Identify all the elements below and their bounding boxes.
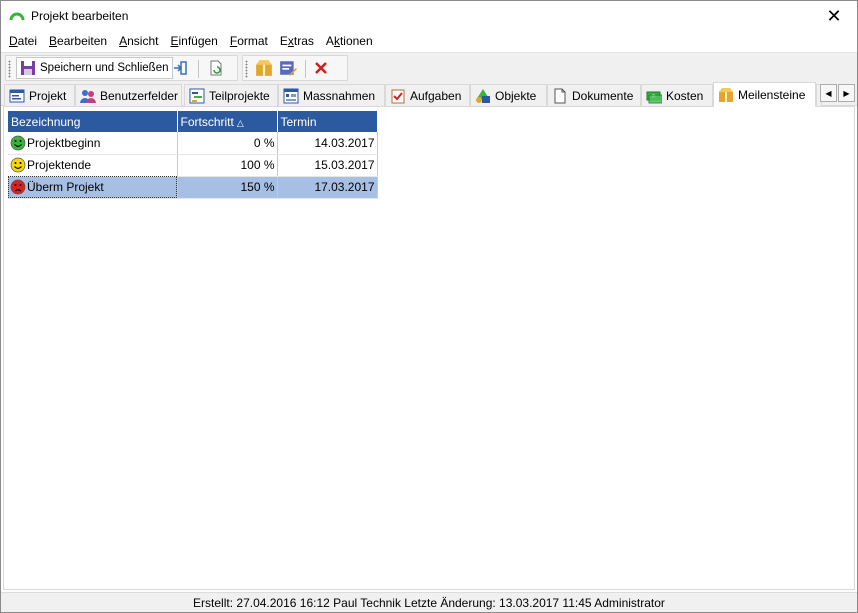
tab-label: Dokumente xyxy=(572,88,634,103)
column-header-progress[interactable]: Fortschritt △ xyxy=(177,111,278,132)
grid-header-row: Bezeichnung Fortschritt △ Termin xyxy=(8,111,378,132)
window: Projekt bearbeiten ✕ Datei Bearbeiten Ansi… xyxy=(0,0,858,613)
toolbar-separator xyxy=(305,60,306,78)
save-and-close-label: Speichern und Schließen xyxy=(40,62,169,74)
tab-label: Benutzerfelder xyxy=(100,88,179,103)
menu-item-datei[interactable]: Datei xyxy=(3,31,43,52)
table-row[interactable]: Projektende 100 % 15.03.2017 xyxy=(8,154,378,177)
milestones-grid: Bezeichnung Fortschritt △ Termin Projektb… xyxy=(8,111,378,199)
menu-item-ansicht[interactable]: Ansicht xyxy=(113,31,164,52)
title-bar: Projekt bearbeiten ✕ xyxy=(1,1,857,31)
edit-form-icon xyxy=(280,61,297,76)
cell-progress[interactable]: 0 % xyxy=(177,132,278,155)
happy-smiley-yellow-icon xyxy=(10,157,26,173)
tab-objekte[interactable]: Objekte xyxy=(470,84,547,106)
project-icon xyxy=(9,89,25,102)
table-row[interactable]: Projektbeginn 0 % 14.03.2017 xyxy=(8,132,378,155)
menu-item-extras[interactable]: Extras xyxy=(274,31,320,52)
close-icon: ✕ xyxy=(826,5,842,27)
toolbar: Speichern und Schließen xyxy=(1,52,857,82)
status-bar: Erstellt: 27.04.2016 16:12 Paul Technik … xyxy=(1,592,857,612)
save-and-close-button[interactable]: Speichern und Schließen xyxy=(16,57,173,79)
tab-projekt[interactable]: Projekt xyxy=(4,84,75,106)
package-button[interactable] xyxy=(255,58,273,78)
users-icon xyxy=(80,89,96,103)
tab-label: Objekte xyxy=(495,88,537,103)
tab-kosten[interactable]: Kosten xyxy=(641,84,713,106)
sad-smiley-red-icon xyxy=(10,179,26,195)
tab-label: Teilprojekte xyxy=(209,88,270,103)
tab-scroll-left-button[interactable]: ◀ xyxy=(820,84,837,102)
cell-name[interactable]: Überm Projekt xyxy=(8,176,178,199)
tab-aufgaben[interactable]: Aufgaben xyxy=(385,84,470,106)
status-text: Erstellt: 27.04.2016 16:12 Paul Technik … xyxy=(193,595,665,610)
tab-meilensteine[interactable]: Meilensteine xyxy=(713,82,816,107)
toolbar-grip[interactable] xyxy=(245,60,248,78)
toolbar-group-edit xyxy=(242,55,348,81)
cell-name[interactable]: Projektbeginn xyxy=(8,132,178,155)
tab-massnahmen[interactable]: Massnahmen xyxy=(278,84,385,106)
menu-item-bearbeiten[interactable]: Bearbeiten xyxy=(43,31,113,52)
cell-name[interactable]: Projektende xyxy=(8,154,178,177)
table-row[interactable]: Überm Projekt 150 % 17.03.2017 xyxy=(8,176,378,199)
tab-scroll-arrows: ◀ ▶ xyxy=(820,84,855,102)
tab-label: Aufgaben xyxy=(410,88,462,103)
objects-icon xyxy=(476,88,490,103)
grid-body: Projektbeginn 0 % 14.03.2017 Projektende 100… xyxy=(8,132,378,199)
arrow-left-icon: ◀ xyxy=(825,88,832,98)
exit-button[interactable] xyxy=(172,58,188,78)
edit-form-button[interactable] xyxy=(279,58,297,78)
subprojects-icon xyxy=(189,88,205,103)
arrow-right-icon: ▶ xyxy=(843,88,850,98)
delete-button[interactable] xyxy=(313,58,329,78)
save-icon xyxy=(21,61,35,75)
cell-progress[interactable]: 100 % xyxy=(177,154,278,177)
cell-date[interactable]: 17.03.2017 xyxy=(277,176,378,199)
app-logo-icon xyxy=(9,12,25,21)
menu-bar: Datei Bearbeiten Ansicht Einfügen Format Extr… xyxy=(1,31,857,52)
milestones-icon xyxy=(719,88,733,102)
close-button[interactable]: ✕ xyxy=(811,1,857,31)
tab-label: Meilensteine xyxy=(738,88,806,102)
menu-item-aktionen[interactable]: Aktionen xyxy=(320,31,379,52)
tab-benutzerfelder[interactable]: Benutzerfelder xyxy=(75,84,182,106)
menu-item-format[interactable]: Format xyxy=(224,31,274,52)
tab-label: Kosten xyxy=(666,88,704,103)
milestones-panel: Bezeichnung Fortschritt △ Termin Projektb… xyxy=(3,106,855,590)
tab-strip: ◀ ▶ Projekt Benutzerfelder Teilprojekte Mas… xyxy=(1,82,857,107)
exit-door-icon xyxy=(174,61,187,75)
happy-smiley-green-icon xyxy=(10,135,26,151)
tab-scroll-right-button[interactable]: ▶ xyxy=(838,84,855,102)
tab-label: Projekt xyxy=(29,88,67,103)
sort-ascending-icon: △ xyxy=(236,117,244,128)
cell-progress[interactable]: 150 % xyxy=(177,176,278,199)
column-header-date[interactable]: Termin xyxy=(277,111,378,132)
toolbar-grip[interactable] xyxy=(8,60,11,78)
toolbar-group-file: Speichern und Schließen xyxy=(5,55,238,81)
package-icon xyxy=(256,60,272,76)
documents-icon xyxy=(554,88,566,103)
costs-icon xyxy=(646,91,662,103)
delete-x-icon xyxy=(315,62,327,74)
tab-dokumente[interactable]: Dokumente xyxy=(547,84,641,106)
measures-icon xyxy=(283,88,299,103)
tasks-icon xyxy=(391,89,405,103)
cell-date[interactable]: 15.03.2017 xyxy=(277,154,378,177)
column-header-name[interactable]: Bezeichnung xyxy=(8,111,178,132)
tab-label: Massnahmen xyxy=(303,88,376,103)
toolbar-separator xyxy=(198,60,199,78)
refresh-document-icon xyxy=(210,60,222,76)
menu-item-einfügen[interactable]: Einfügen xyxy=(164,31,223,52)
tab-teilprojekte[interactable]: Teilprojekte xyxy=(184,84,278,106)
window-title: Projekt bearbeiten xyxy=(31,9,129,23)
refresh-button[interactable] xyxy=(208,58,224,78)
cell-date[interactable]: 14.03.2017 xyxy=(277,132,378,155)
